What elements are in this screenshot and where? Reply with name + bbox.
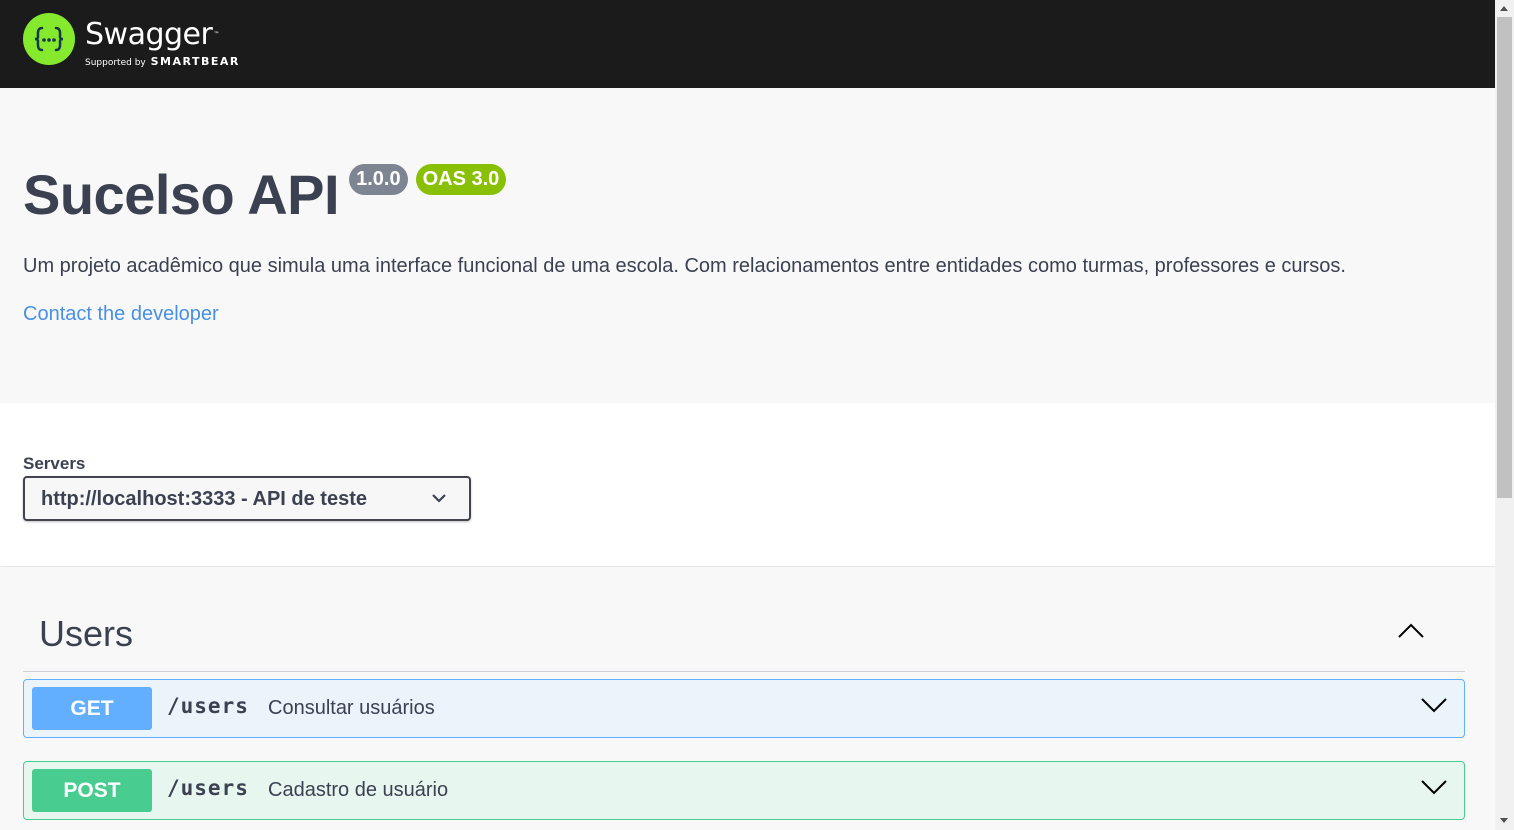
opblock-get-users[interactable]: GET /users Consultar usuários	[23, 679, 1465, 738]
operations-section: Users GET /users Consultar usuários POST…	[0, 567, 1495, 830]
api-title: Sucelso API	[23, 163, 340, 226]
swagger-logo[interactable]: Swagger™ Supported by SMARTBEAR	[23, 13, 240, 75]
version-badge: 1.0.0	[349, 164, 408, 195]
method-badge-post: POST	[32, 769, 152, 812]
swagger-logo-icon	[23, 13, 75, 65]
contact-developer-link[interactable]: Contact the developer	[23, 303, 219, 326]
vertical-scrollbar[interactable]	[1495, 0, 1514, 830]
scroll-up-arrow-icon[interactable]	[1500, 6, 1508, 11]
scroll-down-arrow-icon[interactable]	[1500, 818, 1508, 823]
tag-header-users[interactable]: Users	[23, 597, 1465, 672]
servers-select-value: http://localhost:3333 - API de teste	[41, 488, 367, 510]
info-section: Sucelso API 1.0.0 OAS 3.0 Um projeto aca…	[0, 88, 1495, 403]
opblock-post-users[interactable]: POST /users Cadastro de usuário	[23, 761, 1465, 820]
operation-summary: Cadastro de usuário	[268, 779, 449, 801]
servers-label: Servers	[23, 454, 86, 473]
operation-path: /users	[167, 694, 249, 718]
api-description: Um projeto acadêmico que simula uma inte…	[23, 255, 1346, 277]
tag-name: Users	[39, 613, 134, 654]
servers-section: Servers http://localhost:3333 - API de t…	[0, 403, 1495, 566]
topbar: Swagger™ Supported by SMARTBEAR	[0, 0, 1495, 88]
logo-text: Swagger™ Supported by SMARTBEAR	[85, 13, 240, 68]
chevron-up-icon[interactable]	[1397, 621, 1425, 644]
operation-summary: Consultar usuários	[268, 697, 435, 719]
servers-select[interactable]: http://localhost:3333 - API de teste	[23, 476, 471, 521]
chevron-down-icon[interactable]	[1420, 778, 1448, 801]
oas-badge: OAS 3.0	[415, 164, 507, 195]
method-badge-get: GET	[32, 687, 152, 730]
logo-supported-by: Supported by SMARTBEAR	[85, 55, 240, 68]
logo-name: Swagger™	[85, 17, 219, 52]
scrollbar-thumb[interactable]	[1497, 17, 1512, 498]
title-row: Sucelso API 1.0.0 OAS 3.0	[23, 163, 507, 227]
chevron-down-icon[interactable]	[1420, 696, 1448, 719]
operation-path: /users	[167, 776, 249, 800]
chevron-down-icon	[431, 491, 447, 509]
